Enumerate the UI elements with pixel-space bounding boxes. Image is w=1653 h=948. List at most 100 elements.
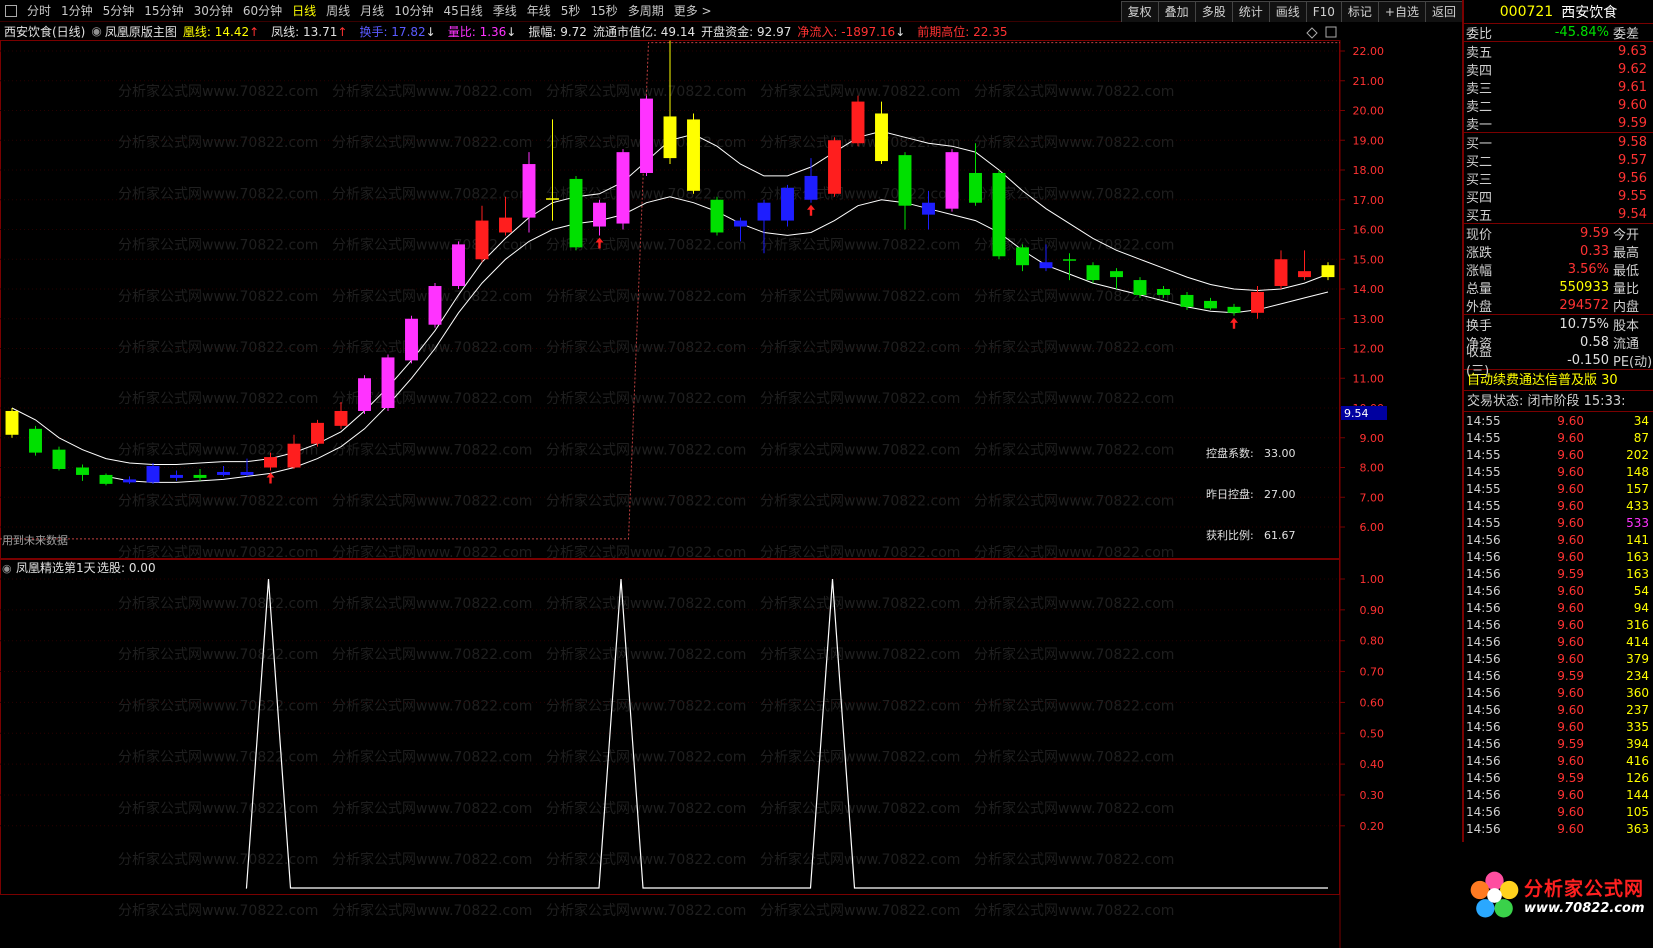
sub-y-tick-label: 0.30 (1360, 789, 1385, 802)
tab-period-16[interactable]: 更多 > (669, 0, 717, 22)
watermark-text: 分析家公式网www.70822.com (546, 288, 746, 305)
tab-period-8[interactable]: 月线 (355, 0, 389, 22)
tab-period-7[interactable]: 周线 (321, 0, 355, 22)
ticker-banner[interactable]: 自动续费通达信普及版 30 (1464, 370, 1653, 391)
ask-row-2-value: 9.61 (1618, 79, 1647, 95)
stat-row-1: 涨跌 0.33 最高 (1464, 242, 1653, 261)
tab-period-11[interactable]: 季线 (488, 0, 522, 22)
collapse-icon[interactable]: ◉ (91, 24, 101, 38)
tab-period-15[interactable]: 多周期 (623, 0, 669, 22)
toolbar-button-0[interactable]: 复权 (1120, 1, 1158, 22)
tick-row: 14:55 9.60 148 (1464, 463, 1653, 480)
toolbar-button-6[interactable]: 标记 (1340, 1, 1378, 22)
tab-period-12[interactable]: 年线 (522, 0, 556, 22)
tick-time: 14:56 (1466, 668, 1501, 683)
tab-period-9[interactable]: 10分钟 (389, 0, 438, 22)
tick-volume: 316 (1626, 617, 1649, 632)
tick-row: 14:56 9.60 141 (1464, 531, 1653, 548)
tick-price: 9.60 (1557, 804, 1584, 819)
stock-name: 西安饮食 (1561, 4, 1618, 21)
tab-period-3[interactable]: 15分钟 (139, 0, 188, 22)
liangbi-value: 量比: 1.36↓ (447, 24, 517, 39)
tab-period-14[interactable]: 15秒 (585, 0, 622, 22)
tick-volume: 148 (1626, 464, 1649, 479)
tick-volume: 202 (1626, 447, 1649, 462)
tab-period-1[interactable]: 1分钟 (56, 0, 98, 22)
watermark-text: 分析家公式网www.70822.com (332, 237, 532, 254)
tick-time: 14:55 (1466, 515, 1501, 530)
watermark-text: 分析家公式网www.70822.com (118, 185, 318, 202)
buy-arrow-icon (1230, 317, 1238, 329)
tick-row: 14:56 9.59 126 (1464, 769, 1653, 786)
up-arrow-icon: ↑ (337, 24, 348, 39)
tab-period-5[interactable]: 60分钟 (238, 0, 287, 22)
stat-row-4: 外盘 294572 内盘 (1464, 296, 1653, 315)
flower-logo-icon (1470, 871, 1519, 917)
indicator-name[interactable]: 凤凰原版主图 (105, 23, 177, 40)
watermark-text: 分析家公式网www.70822.com (974, 544, 1174, 561)
buy-arrow-icon (807, 204, 815, 216)
tick-list[interactable]: 14:55 9.60 34 14:55 9.60 87 14:55 9.60 202 14:55 9… (1464, 412, 1653, 837)
candle-body (405, 318, 418, 361)
tick-time: 14:56 (1466, 804, 1501, 819)
ask-row-3-label: 卖二 (1466, 99, 1493, 115)
watermark-text: 分析家公式网www.70822.com (546, 697, 746, 714)
watermark-text: 分析家公式网www.70822.com (118, 697, 318, 714)
watermark-text: 分析家公式网www.70822.com (760, 902, 960, 919)
sub-y-tick-label: 1.00 (1360, 573, 1385, 586)
y-tick-label: 22.00 (1353, 45, 1385, 58)
toolbar-button-1[interactable]: 叠加 (1157, 1, 1195, 22)
watermark-text: 分析家公式网www.70822.com (760, 493, 960, 510)
tick-price: 9.60 (1557, 702, 1584, 717)
tick-row: 14:56 9.60 163 (1464, 548, 1653, 565)
ask-row-0-value: 9.63 (1618, 43, 1647, 59)
tick-time: 14:55 (1466, 447, 1501, 462)
candle-body (334, 410, 348, 426)
watermark-text: 分析家公式网www.70822.com (118, 237, 318, 254)
bid-row-1-value: 9.57 (1618, 152, 1647, 168)
bid-row-2-label: 买三 (1466, 172, 1493, 188)
ask-row-4: 卖一 9.59 (1464, 114, 1653, 133)
candle-body (1110, 271, 1123, 278)
logo-url: www.70822.com (1524, 901, 1645, 916)
bid-row-1-label: 买二 (1466, 154, 1493, 170)
toolbar-button-7[interactable]: +自选 (1377, 1, 1425, 22)
kline-chart[interactable]: 22.00 21.00 20.00 19.00 18.00 17.00 16.00 15.00… (0, 22, 1415, 948)
tick-row: 14:56 9.60 335 (1464, 718, 1653, 735)
toolbar-right-buttons: 复权 叠加 多股 统计 画线 F10 标记 +自选 返回 (1120, 0, 1462, 22)
stat-row-4-label: 外盘 (1466, 299, 1493, 315)
tick-price: 9.60 (1557, 447, 1584, 462)
chart-area[interactable]: 22.00 21.00 20.00 19.00 18.00 17.00 16.00 15.00… (0, 22, 1415, 948)
toolbar-button-2[interactable]: 多股 (1194, 1, 1232, 22)
ask-row-1-label: 卖四 (1466, 63, 1493, 79)
watermark-text: 分析家公式网www.70822.com (332, 697, 532, 714)
tab-period-4[interactable]: 30分钟 (189, 0, 238, 22)
watermark-text: 分析家公式网www.70822.com (118, 800, 318, 817)
toolbar-button-5[interactable]: F10 (1305, 1, 1341, 22)
stock-header[interactable]: 000721 西安饮食 (1464, 0, 1653, 24)
candle-body (546, 198, 559, 200)
tab-period-10[interactable]: 45日线 (438, 0, 487, 22)
tick-volume: 533 (1626, 515, 1649, 530)
tick-volume: 34 (1633, 413, 1649, 428)
watermark-text: 分析家公式网www.70822.com (546, 493, 746, 510)
jlr-value: 净流入: -1897.16↓ (797, 24, 906, 39)
tab-period-6[interactable]: 日线 (287, 0, 321, 22)
site-logo: 分析家公式网 www.70822.com (1462, 842, 1653, 948)
tab-period-13[interactable]: 5秒 (556, 0, 586, 22)
ask-list: 卖五 9.63 卖四 9.62 卖三 9.61 卖二 9.60 卖一 9.59 (1464, 42, 1653, 133)
toolbar-button-4[interactable]: 画线 (1268, 1, 1306, 22)
watermark-text: 分析家公式网www.70822.com (118, 83, 318, 100)
toolbar-button-8[interactable]: 返回 (1424, 1, 1462, 22)
stat2-row-1-label2: 流通 (1613, 336, 1640, 352)
square-icon[interactable] (5, 4, 17, 17)
sub-select-value: 选股: 0.00 (97, 561, 156, 575)
tab-period-2[interactable]: 5分钟 (98, 0, 140, 22)
watermark-text: 分析家公式网www.70822.com (118, 544, 318, 561)
watermark-text: 分析家公式网www.70822.com (974, 800, 1174, 817)
toolbar-button-3[interactable]: 统计 (1231, 1, 1269, 22)
bid-row-2: 买三 9.56 (1464, 169, 1653, 188)
stat-row-1-value: 0.33 (1580, 243, 1609, 259)
tab-period-0[interactable]: 分时 (22, 0, 56, 22)
collapse-icon: ◉ (2, 562, 12, 575)
